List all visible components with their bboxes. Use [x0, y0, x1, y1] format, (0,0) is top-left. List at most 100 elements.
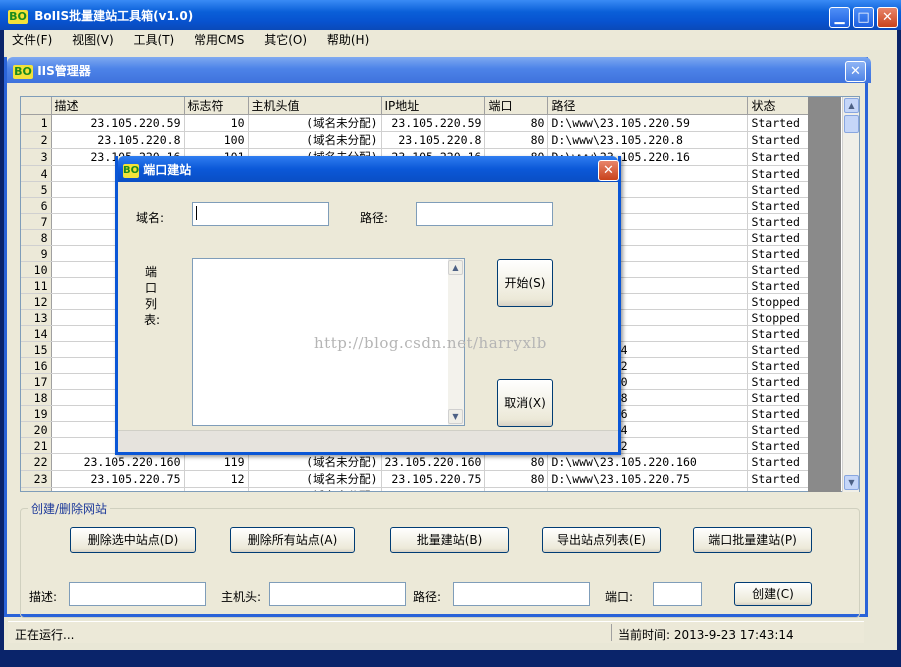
- batch-create-button[interactable]: 批量建站(B): [390, 527, 509, 553]
- app-logo-icon: BO: [8, 9, 28, 24]
- child-close-button[interactable]: ✕: [845, 61, 866, 82]
- maximize-button[interactable]: □: [853, 7, 874, 28]
- table-cell: D:\www\23.105.220.59: [547, 114, 749, 132]
- status-bar: 正在运行... 当前时间: 2013-9-23 17:43:14: [8, 621, 864, 643]
- iis-manager-titlebar: BO IIS管理器: [7, 57, 871, 83]
- col-host[interactable]: 主机头值: [248, 97, 382, 115]
- group-title: 创建/删除网站: [28, 500, 111, 517]
- col-id[interactable]: 标志符: [184, 97, 249, 115]
- menu-view[interactable]: 视图(V): [64, 30, 122, 50]
- table-cell: 15: [21, 341, 52, 358]
- domain-input[interactable]: [192, 202, 329, 226]
- scroll-down-icon[interactable]: ▼: [844, 475, 859, 490]
- table-cell: 23: [21, 470, 52, 488]
- table-row[interactable]: 2423.105.220.75120(域名未分配)23.105.220.7580…: [21, 487, 813, 491]
- table-cell: 17: [21, 373, 52, 390]
- menu-cms[interactable]: 常用CMS: [186, 30, 252, 50]
- host-input[interactable]: [269, 582, 406, 606]
- port-input[interactable]: [653, 582, 702, 606]
- table-cell: 80: [484, 131, 549, 149]
- table-cell: Started: [747, 131, 813, 149]
- table-cell: 23.105.220.59: [51, 114, 185, 132]
- table-cell: Started: [747, 453, 813, 471]
- col-ip[interactable]: IP地址: [381, 97, 486, 115]
- table-cell: 23.105.220.75: [381, 470, 486, 488]
- scroll-up-icon[interactable]: ▲: [844, 98, 859, 113]
- table-cell: Stopped: [747, 293, 813, 310]
- table-cell: 19: [21, 405, 52, 422]
- table-row[interactable]: 22 23.105.220.160 119 (域名未分配) 23.105.220.160…: [21, 453, 813, 471]
- export-list-button[interactable]: 导出站点列表(E): [542, 527, 661, 553]
- app-titlebar: BO BoIIS批量建站工具箱(v1.0): [0, 0, 901, 30]
- dialog-bottom-strip: [118, 430, 618, 452]
- textarea-scroll-down-icon[interactable]: ▼: [448, 409, 463, 424]
- table-cell: 23.105.220.75: [381, 487, 486, 491]
- table-cell: (域名未分配): [248, 470, 382, 488]
- col-rownum[interactable]: [21, 97, 52, 115]
- menu-bar: 文件(F) 视图(V) 工具(T) 常用CMS 其它(O) 帮助(H): [4, 30, 897, 50]
- dialog-close-button[interactable]: ✕: [598, 160, 619, 181]
- table-row[interactable]: 1 23.105.220.59 10 (域名未分配) 23.105.220.59 80 D:…: [21, 114, 813, 132]
- dialog-logo-icon: BO: [123, 163, 140, 178]
- table-cell: 24: [21, 487, 52, 491]
- scroll-thumb[interactable]: [844, 115, 859, 133]
- close-button[interactable]: ✕: [877, 7, 898, 28]
- table-cell: D:\www\23.105.220.168: [547, 487, 749, 491]
- table-cell: Started: [747, 341, 813, 358]
- table-cell: 119: [184, 453, 249, 471]
- table-cell: 12: [21, 293, 52, 310]
- dialog-path-input[interactable]: [416, 202, 553, 226]
- table-cell: Started: [747, 245, 813, 262]
- table-cell: Started: [747, 389, 813, 406]
- col-status[interactable]: 状态: [747, 97, 813, 115]
- path-label: 路径:: [413, 590, 442, 604]
- table-cell: 10: [184, 114, 249, 132]
- start-button[interactable]: 开始(S): [497, 259, 553, 307]
- port-list-char-2: 口: [144, 281, 157, 295]
- table-cell: (域名未分配): [248, 114, 382, 132]
- table-cell: 7: [21, 213, 52, 230]
- delete-selected-button[interactable]: 删除选中站点(D): [70, 527, 196, 553]
- table-scrollbar[interactable]: ▲ ▼: [842, 97, 859, 492]
- table-cell: 16: [21, 357, 52, 374]
- desc-input[interactable]: [69, 582, 206, 606]
- table-row[interactable]: 23 23.105.220.75 12 (域名未分配) 23.105.220.75 80 D…: [21, 470, 813, 488]
- menu-tools[interactable]: 工具(T): [126, 30, 183, 50]
- table-cell: Started: [747, 114, 813, 132]
- status-time: 当前时间: 2013-9-23 17:43:14: [618, 628, 794, 642]
- table-cell: Started: [747, 148, 813, 166]
- desc-label: 描述:: [29, 590, 58, 604]
- child-logo-icon: BO: [13, 64, 33, 79]
- table-cell: 11: [21, 277, 52, 294]
- table-cell: 80: [484, 114, 549, 132]
- delete-all-button[interactable]: 删除所有站点(A): [230, 527, 355, 553]
- path-input[interactable]: [453, 582, 590, 606]
- table-cell: Started: [747, 421, 813, 438]
- col-path[interactable]: 路径: [547, 97, 749, 115]
- cancel-button[interactable]: 取消(X): [497, 379, 553, 427]
- table-cell: 6: [21, 197, 52, 214]
- textarea-scroll-up-icon[interactable]: ▲: [448, 260, 463, 275]
- dialog-titlebar: BO 端口建站: [118, 156, 618, 182]
- menu-help[interactable]: 帮助(H): [319, 30, 377, 50]
- minimize-button[interactable]: ▁: [829, 7, 850, 28]
- menu-file[interactable]: 文件(F): [4, 30, 60, 50]
- dialog-title: 端口建站: [143, 163, 192, 177]
- port-batch-button[interactable]: 端口批量建站(P): [693, 527, 812, 553]
- col-desc[interactable]: 描述: [51, 97, 185, 115]
- table-cell: 120: [184, 487, 249, 491]
- table-row[interactable]: 2 23.105.220.8 100 (域名未分配) 23.105.220.8 80 D:\…: [21, 131, 813, 149]
- table-cell: 4: [21, 165, 52, 182]
- app-title: BoIIS批量建站工具箱(v1.0): [34, 9, 194, 23]
- text-cursor: [196, 206, 197, 220]
- table-cell: (域名未分配): [248, 487, 382, 491]
- table-cell: 20: [21, 421, 52, 438]
- table-cell: 10: [21, 261, 52, 278]
- create-button[interactable]: 创建(C): [734, 582, 812, 606]
- table-cell: 2: [21, 131, 52, 149]
- table-cell: 23.105.220.75: [51, 470, 185, 488]
- col-port[interactable]: 端口: [484, 97, 549, 115]
- menu-other[interactable]: 其它(O): [256, 30, 315, 50]
- table-cell: 5: [21, 181, 52, 198]
- table-cell: 23.105.220.75: [51, 487, 185, 491]
